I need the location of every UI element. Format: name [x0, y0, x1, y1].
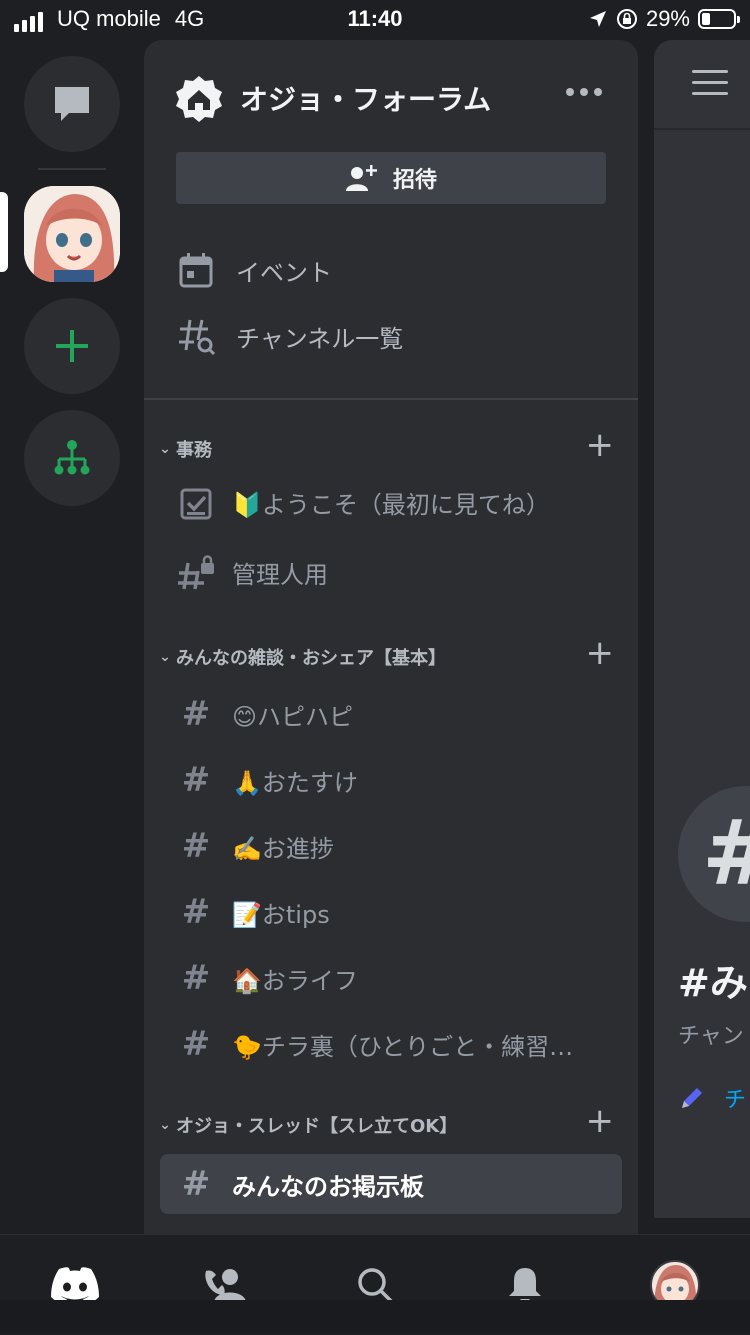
status-bar: UQ mobile 4G 11:40 29%: [0, 0, 750, 40]
plus-icon: [56, 330, 88, 362]
hash-icon: #: [181, 958, 211, 998]
server-avatar[interactable]: [24, 186, 120, 282]
channel-name: 🐤チラ裏（ひとりごと・練習…: [232, 1032, 574, 1061]
more-options-button[interactable]: [566, 88, 602, 96]
hash-icon: #: [181, 892, 211, 932]
channel-name: みんなのお掲示板: [232, 1172, 424, 1201]
channel-browse-icon: [179, 319, 216, 356]
channel-name: 🙏おたすけ: [232, 768, 358, 797]
category-zatsudan[interactable]: ⌄ みんなの雑談・おシェア【基本】 +: [154, 636, 628, 672]
channel-chiraura[interactable]: # 🐤チラ裏（ひとりごと・練習…: [160, 1014, 622, 1074]
category-name: オジョ・スレッド【スレ立てOK】: [176, 1116, 458, 1137]
hash-icon: #: [181, 694, 211, 734]
channel-hash-icon: #: [678, 786, 750, 922]
search-icon: [358, 1268, 394, 1304]
chevron-down-icon: ⌄: [159, 441, 171, 457]
add-person-icon: [345, 165, 377, 191]
chat-bottom-edge: [654, 1218, 750, 1234]
pencil-icon: [682, 1088, 702, 1108]
category-name: 事務: [176, 440, 212, 461]
hash-icon: #: [181, 760, 211, 800]
channel-oshinchoku[interactable]: # ✍️お進捗: [160, 816, 622, 876]
locked-hash-icon: [160, 551, 232, 593]
channel-otasuke[interactable]: # 🙏おたすけ: [160, 750, 622, 810]
chat-subtitle: チャン: [678, 1024, 744, 1049]
invite-label: 招待: [392, 168, 437, 193]
channel-name: 😊ハピハピ: [232, 702, 354, 731]
channel-welcome[interactable]: 🔰ようこそ（最初に見てね）: [160, 472, 622, 532]
hash-icon: #: [181, 1164, 211, 1204]
events-label: イベント: [236, 258, 332, 287]
channel-olife[interactable]: # 🏠おライフ: [160, 948, 622, 1008]
edit-channel-link[interactable]: チ: [678, 1082, 746, 1114]
chat-header: [654, 40, 750, 130]
channel-hapihapi[interactable]: # 😊ハピハピ: [160, 684, 622, 744]
channel-admin[interactable]: 管理人用: [160, 542, 622, 602]
channel-name: 🏠おライフ: [232, 966, 358, 995]
category-name: みんなの雑談・おシェア【基本】: [176, 648, 446, 669]
channel-name: 📝おtips: [232, 900, 330, 929]
invite-button[interactable]: 招待: [176, 152, 606, 204]
bell-icon: [509, 1268, 541, 1302]
add-server-button[interactable]: [24, 298, 120, 394]
battery-icon: [698, 9, 740, 29]
hash-icon: #: [181, 826, 211, 866]
add-channel-button[interactable]: +: [586, 1104, 615, 1138]
channel-sidebar: オジョ・フォーラム 招待 イベント チャンネル一覧 ⌄ 事務 + 🔰ようこそ（最…: [144, 40, 638, 1234]
channel-otips[interactable]: # 📝おtips: [160, 882, 622, 942]
section-divider: [144, 398, 638, 400]
channel-browser-label: チャンネル一覧: [236, 324, 404, 353]
channel-name: 🔰ようこそ（最初に見てね）: [232, 490, 550, 519]
chat-title: #み: [678, 961, 748, 1005]
home-indicator-area: [0, 1300, 750, 1334]
add-channel-button[interactable]: +: [586, 636, 615, 670]
hamburger-menu-icon[interactable]: [692, 70, 728, 103]
chat-bubble-icon: [55, 87, 89, 121]
edit-channel-label: チ: [724, 1088, 747, 1113]
chevron-down-icon: ⌄: [159, 1117, 171, 1133]
category-jimu[interactable]: ⌄ 事務 +: [154, 428, 628, 464]
rail-divider: [38, 168, 106, 170]
discover-servers-button[interactable]: [24, 410, 120, 506]
server-rail: [0, 40, 144, 1234]
events-item[interactable]: イベント: [176, 248, 332, 292]
selected-server-indicator: [0, 192, 8, 272]
direct-messages-button[interactable]: [24, 56, 120, 152]
calendar-icon: [179, 253, 213, 288]
rules-check-icon: [160, 482, 232, 522]
server-name: オジョ・フォーラム: [240, 83, 492, 116]
anime-avatar-image: [24, 186, 120, 282]
battery-percent: 29%: [645, 6, 690, 31]
channel-name: 管理人用: [232, 560, 328, 589]
chat-preview-pane[interactable]: # #み チャン チ: [654, 40, 750, 1234]
location-icon: [589, 11, 606, 27]
hash-icon: #: [181, 1024, 211, 1064]
channel-keijiban[interactable]: # みんなのお掲示板: [160, 1154, 622, 1214]
chevron-down-icon: ⌄: [159, 649, 171, 665]
channel-name: ✍️お進捗: [232, 834, 334, 863]
orientation-lock-icon: [616, 9, 637, 29]
hub-icon: [54, 440, 90, 475]
friends-icon: [205, 1269, 246, 1303]
category-thread[interactable]: ⌄ オジョ・スレッド【スレ立てOK】 +: [154, 1104, 628, 1140]
server-header[interactable]: オジョ・フォーラム: [144, 40, 638, 150]
channel-browser-item[interactable]: チャンネル一覧: [176, 314, 403, 358]
community-home-icon: [176, 76, 222, 122]
discord-home-icon: [51, 1267, 99, 1304]
add-channel-button[interactable]: +: [586, 428, 615, 462]
